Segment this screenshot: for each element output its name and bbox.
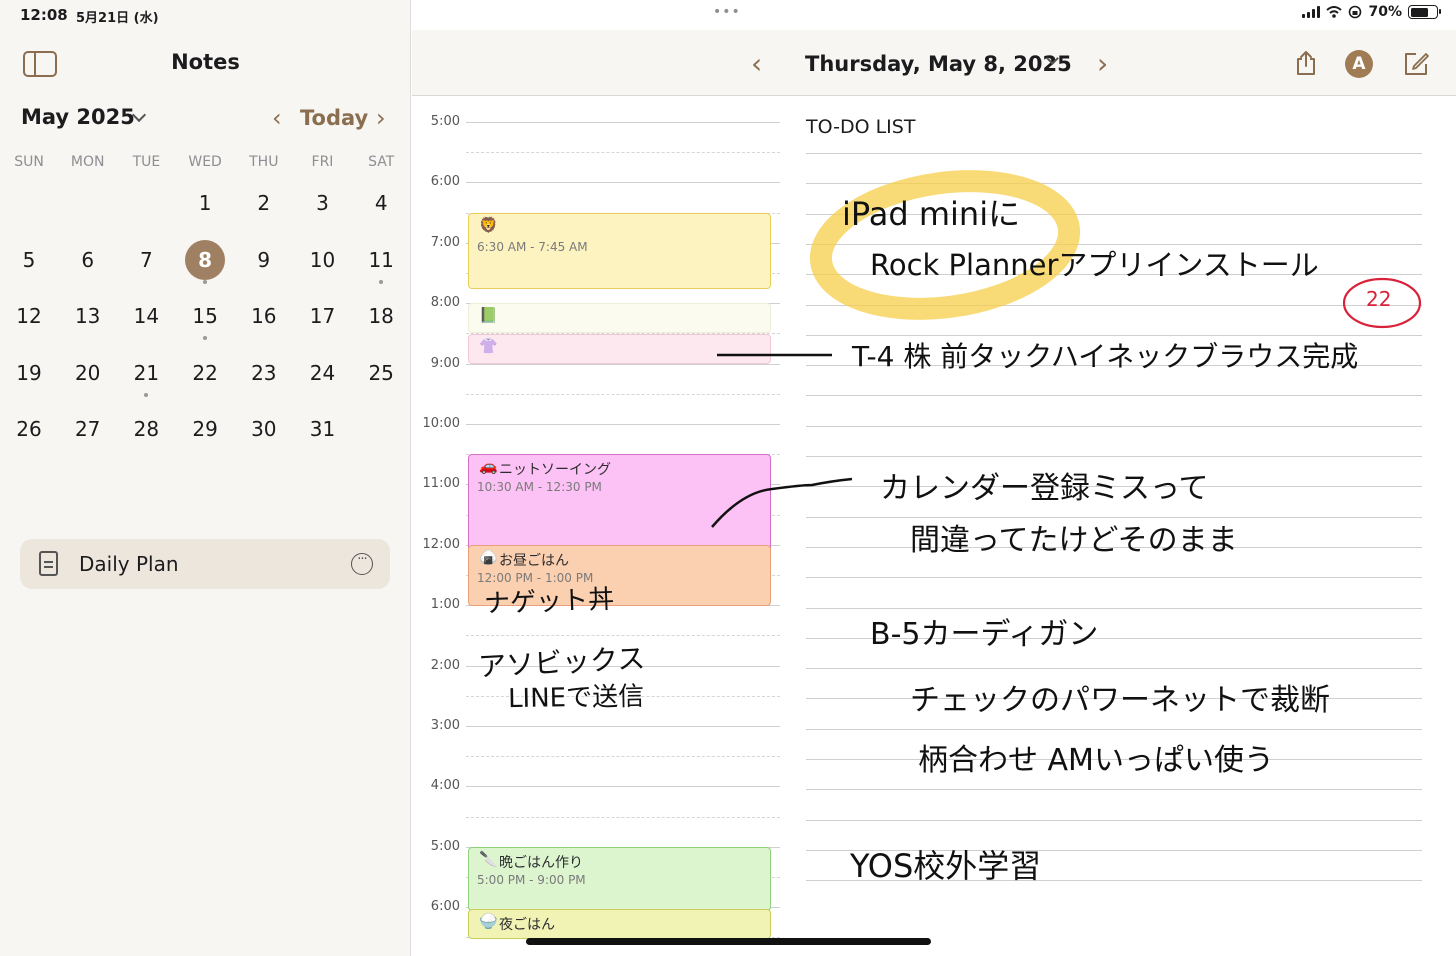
calendar-day[interactable]: 27 (68, 409, 108, 449)
event-indicator-dot (144, 392, 149, 397)
more-icon[interactable]: ··· (351, 553, 373, 575)
handwriting-left-note-2: LINEで送信 (507, 681, 645, 715)
weekday-label: MON (70, 154, 105, 170)
weekday-label: TUE (132, 154, 161, 170)
calendar-day[interactable]: 5 (9, 240, 49, 280)
calendar-day[interactable]: 28 (126, 409, 166, 449)
today-button[interactable]: Today (300, 106, 368, 130)
cellular-signal-icon (1302, 6, 1321, 18)
multitasking-dots-icon[interactable]: ••• (713, 4, 741, 20)
handwriting-todo-4b: チェックのパワーネットで裁断 (910, 683, 1330, 718)
calendar-day[interactable]: 31 (303, 409, 343, 449)
calendar-day[interactable]: 7 (126, 240, 166, 280)
calendar-day[interactable]: 21 (126, 353, 166, 393)
calendar-day[interactable]: 12 (9, 296, 49, 336)
wifi-icon (1326, 6, 1343, 18)
calendar-day[interactable]: 6 (68, 240, 108, 280)
previous-day-icon[interactable]: ‹ (751, 47, 762, 80)
calendar-day[interactable]: 4 (361, 183, 401, 223)
handwriting-todo-1b: Rock Plannerアプリインストール (870, 248, 1319, 282)
calendar-day[interactable]: 24 (303, 353, 343, 393)
handwriting-lunch: ナゲット丼 (483, 584, 615, 620)
main-header: ‹ Thursday, May 8, 2025 › A (412, 30, 1456, 96)
calendar-day[interactable]: 8 (185, 239, 226, 280)
battery-icon (1408, 5, 1441, 19)
home-indicator[interactable] (526, 938, 931, 945)
connector-line-mid (711, 477, 853, 528)
calendar-day[interactable]: 10 (303, 240, 343, 280)
handwriting-todo-4a: B-5カーディガン (870, 617, 1099, 652)
calendar-day[interactable]: 11 (361, 240, 401, 280)
handwriting-todo-5: YOS校外学習 (850, 847, 1042, 885)
handwriting-todo-2: T-4 株 前タックハイネックブラウス完成 (852, 340, 1359, 373)
month-label[interactable]: May 2025 (21, 105, 135, 129)
calendar-day[interactable]: 9 (244, 240, 284, 280)
handwriting-todo-4c: 柄合わせ AMいっぱい使う (918, 743, 1274, 778)
calendar-day[interactable]: 30 (244, 409, 284, 449)
calendar-day[interactable]: 3 (303, 183, 343, 223)
calendar-day[interactable]: 23 (244, 353, 284, 393)
calendar-day[interactable]: 13 (68, 296, 108, 336)
event-indicator-dot (379, 279, 384, 284)
calendar-day[interactable]: 18 (361, 296, 401, 336)
calendar-day[interactable]: 20 (68, 353, 108, 393)
calendar-day[interactable]: 17 (303, 296, 343, 336)
calendar-day[interactable]: 15 (185, 296, 225, 336)
handwriting-todo-1a: iPad miniに (842, 195, 1021, 233)
weekday-label: WED (188, 154, 222, 170)
status-date: 5月21日 (水) (76, 11, 159, 26)
event-indicator-dot (203, 279, 208, 284)
calendar-day[interactable]: 19 (9, 353, 49, 393)
calendar-day[interactable]: 29 (185, 409, 225, 449)
event-indicator-dot (203, 336, 208, 340)
note-label: Daily Plan (79, 552, 179, 576)
weekday-label: SAT (368, 154, 395, 170)
weekday-label: THU (249, 154, 279, 170)
calendar-day[interactable]: 26 (9, 409, 49, 449)
previous-month-icon[interactable]: ‹ (272, 104, 282, 132)
compose-icon[interactable] (1402, 50, 1430, 78)
weekday-label: SUN (14, 154, 44, 170)
status-time: 12:08 (20, 6, 68, 24)
next-day-icon[interactable]: › (1097, 47, 1108, 80)
sidebar: Notes May 2025 ‹ Today › SUN MON TUE WED THU… (0, 0, 411, 956)
rotation-lock-icon (1349, 5, 1362, 19)
status-indicators: 70% (1302, 4, 1441, 20)
weekday-label: FRI (311, 154, 334, 170)
calendar-day[interactable]: 25 (361, 353, 401, 393)
calendar-day[interactable]: 22 (185, 353, 225, 393)
calendar-day[interactable]: 2 (244, 183, 284, 223)
sidebar-title: Notes (171, 50, 240, 74)
planner-page[interactable]: 5:00 6:00 7:00 8:00 9:00 10:00 11:00 12:00 1:00 2… (412, 97, 1456, 956)
handwriting-todo-badge: 22 (1366, 287, 1392, 311)
share-icon[interactable] (1295, 50, 1317, 76)
next-month-icon[interactable]: › (376, 104, 386, 132)
calendar-day[interactable]: 16 (244, 296, 284, 336)
document-icon (39, 551, 58, 576)
calendar-day[interactable]: 1 (185, 183, 225, 223)
calendar-day[interactable]: 14 (126, 296, 166, 336)
note-item-daily-plan[interactable]: Daily Plan ··· (20, 539, 390, 589)
handwriting-todo-3a: カレンダー登録ミスって (880, 471, 1209, 506)
handwriting-todo-3b: 間違ってたけどそのまま (910, 523, 1238, 558)
date-title[interactable]: Thursday, May 8, 2025 (805, 52, 1072, 76)
markup-icon[interactable]: A (1345, 50, 1373, 78)
battery-percent: 70% (1368, 4, 1402, 20)
